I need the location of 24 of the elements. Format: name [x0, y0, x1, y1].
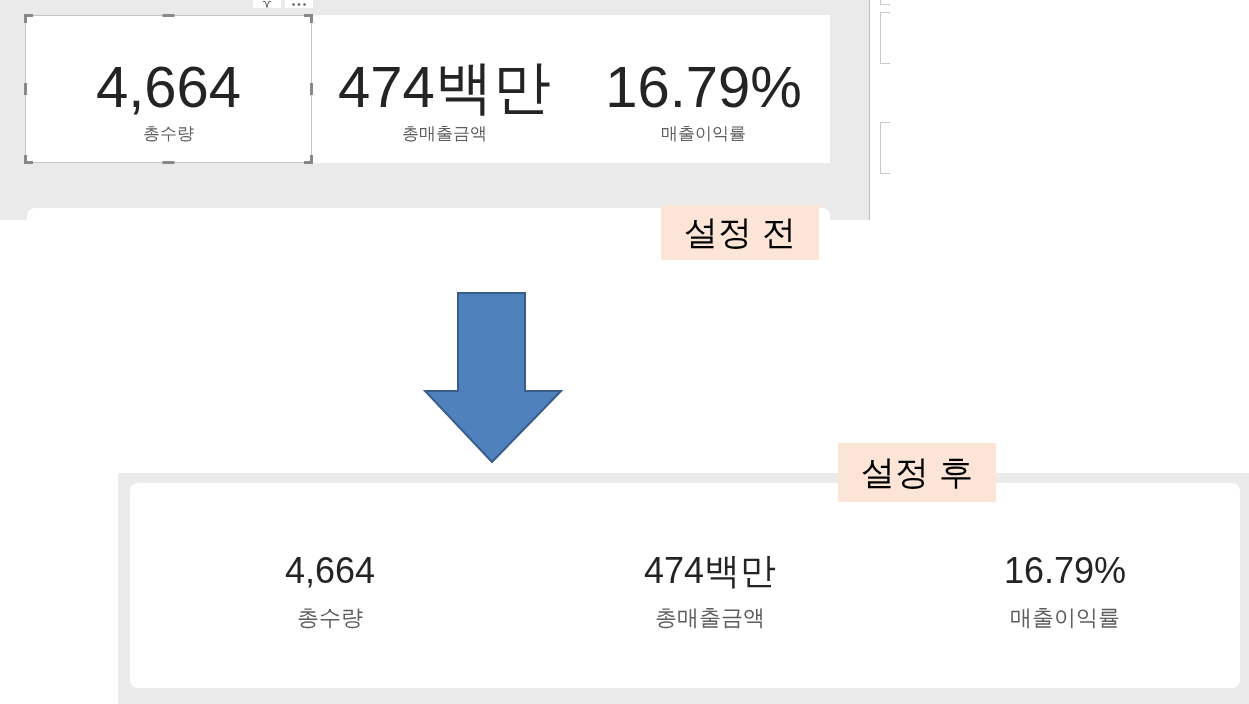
input-field[interactable] — [880, 0, 890, 5]
kpi-value: 474백만 — [643, 551, 777, 591]
kpi-label: 총매출금액 — [655, 605, 765, 631]
kpi-label: 매출이익률 — [661, 124, 746, 144]
kpi-card[interactable]: 474백만 총매출금액 — [312, 15, 577, 163]
caption-label: 설정 전 — [661, 205, 819, 260]
kpi-card[interactable]: 16.79% 매출이익률 — [577, 15, 830, 163]
kpi-label: 총매출금액 — [402, 124, 487, 144]
input-field[interactable] — [880, 122, 890, 174]
kpi-card[interactable]: 4,664 총수량 — [130, 483, 530, 688]
caption-label: 설정 후 — [838, 443, 996, 502]
kpi-value: 16.79% — [605, 57, 802, 117]
input-field[interactable] — [880, 12, 890, 64]
kpi-label: 총수량 — [297, 605, 363, 631]
kpi-value: 4,664 — [284, 551, 376, 591]
kpi-label: 총수량 — [143, 124, 194, 144]
kpi-value: 16.79% — [1003, 551, 1127, 591]
pin-button[interactable] — [253, 0, 281, 8]
pin-icon — [262, 0, 272, 8]
more-options-button[interactable] — [285, 0, 313, 8]
kpi-value: 4,664 — [95, 57, 242, 117]
kpi-value: 474백만 — [338, 57, 551, 117]
more-options-icon — [292, 2, 306, 6]
kpi-label: 매출이익률 — [1010, 605, 1120, 631]
